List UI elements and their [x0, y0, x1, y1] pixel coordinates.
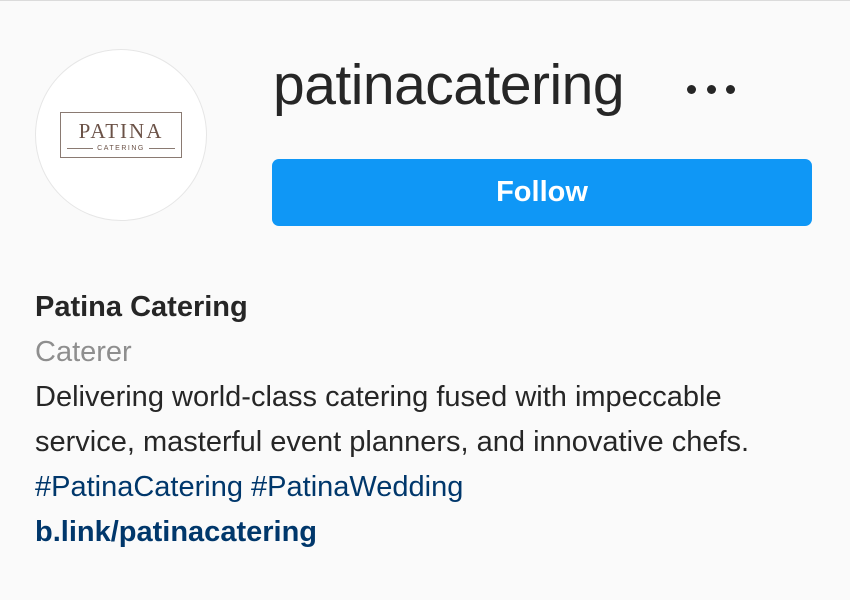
dot-icon [706, 84, 716, 94]
more-options-icon[interactable] [683, 79, 739, 99]
bio-website-link[interactable]: b.link/patinacatering [35, 510, 825, 555]
bio-text: Delivering world-class catering fused wi… [35, 381, 750, 458]
profile-bio: Patina Catering Caterer Delivering world… [35, 285, 825, 555]
dot-icon [726, 84, 735, 94]
logo-main-text: PATINA [78, 118, 164, 143]
follow-button[interactable]: Follow [272, 159, 812, 226]
logo-sub-text: CATERING [67, 145, 175, 152]
hashtag-link[interactable]: #PatinaWedding [251, 471, 463, 503]
bio-description: Delivering world-class catering fused wi… [35, 375, 825, 510]
logo-rule-right [148, 147, 175, 149]
profile-category: Caterer [35, 336, 132, 368]
profile-username: patinacatering [273, 53, 625, 117]
logo-sub-label: CATERING [97, 144, 145, 152]
profile-full-name: Patina Catering [35, 291, 248, 323]
dot-icon [687, 84, 696, 94]
logo-rule-left [67, 147, 94, 149]
hashtag-link[interactable]: #PatinaCatering [35, 471, 243, 503]
patina-logo: PATINA CATERING [60, 112, 182, 158]
profile-avatar[interactable]: PATINA CATERING [35, 49, 207, 221]
